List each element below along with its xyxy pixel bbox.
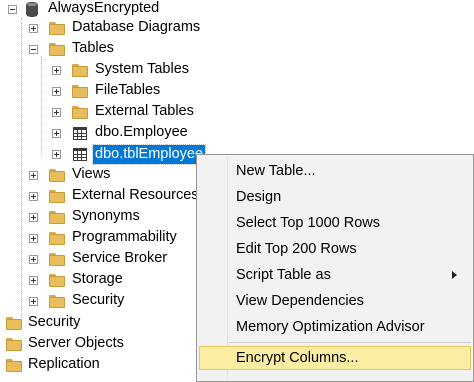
tree-node-label-selected: dbo.tblEmployee — [91, 144, 207, 165]
menu-item-label: Design — [236, 189, 282, 205]
expand-icon[interactable] — [29, 234, 38, 243]
tree-node-label: Service Broker — [72, 250, 168, 266]
folder-icon — [6, 359, 22, 372]
folder-icon — [72, 106, 88, 119]
tree-node-security-db[interactable]: Security — [0, 291, 196, 312]
folder-icon — [6, 317, 22, 330]
tree-node-label: Security — [28, 314, 81, 330]
expand-icon[interactable] — [29, 213, 38, 222]
tree-node-label: Storage — [72, 271, 123, 287]
tree-node-tables[interactable]: Tables — [0, 39, 240, 60]
submenu-arrow-icon — [452, 271, 457, 279]
tree-node-label: External Tables — [95, 103, 194, 119]
menu-item-select-top-1000[interactable]: Select Top 1000 Rows — [199, 211, 471, 235]
tree-node-label: Tables — [72, 40, 114, 56]
tree-node-label: Views — [72, 166, 111, 182]
folder-icon — [49, 211, 65, 224]
expand-icon[interactable] — [29, 192, 38, 201]
folder-icon — [6, 338, 22, 351]
menu-item-encrypt-columns[interactable]: Encrypt Columns... — [199, 346, 471, 370]
database-icon — [26, 2, 38, 17]
tree-node-label: AlwaysEncrypted — [48, 0, 160, 16]
menu-item-label: New Table... — [236, 163, 316, 179]
tree-node-synonyms[interactable]: Synonyms — [0, 207, 196, 228]
folder-icon — [49, 190, 65, 203]
context-menu: New Table... Design Select Top 1000 Rows… — [196, 154, 474, 382]
menu-item-label: Memory Optimization Advisor — [236, 319, 425, 335]
table-icon — [73, 148, 87, 161]
tree-node-replication[interactable]: Replication — [0, 355, 196, 376]
tree-node-system-tables[interactable]: System Tables — [0, 60, 240, 81]
menu-item-label: Script Table as — [236, 267, 331, 283]
table-icon — [73, 127, 87, 140]
tree-node-label: Programmability — [72, 229, 177, 245]
menu-item-label: View Dependencies — [236, 293, 364, 309]
tree-node-dbo-employee[interactable]: dbo.Employee — [0, 123, 240, 144]
folder-icon — [49, 295, 65, 308]
menu-item-label: Edit Top 200 Rows — [236, 241, 357, 257]
tree-node-database-diagrams[interactable]: Database Diagrams — [0, 18, 240, 39]
expand-icon[interactable] — [52, 66, 61, 75]
folder-icon — [49, 274, 65, 287]
expand-icon[interactable] — [29, 255, 38, 264]
folder-icon — [49, 253, 65, 266]
menu-item-edit-top-200[interactable]: Edit Top 200 Rows — [199, 237, 471, 261]
expand-icon[interactable] — [29, 171, 38, 180]
tree-node-label: Database Diagrams — [72, 19, 201, 35]
folder-icon — [49, 169, 65, 182]
folder-icon — [49, 43, 65, 56]
tree-node-label: Security — [72, 292, 125, 308]
tree-node-storage[interactable]: Storage — [0, 270, 196, 291]
menu-item-design[interactable]: Design — [199, 185, 471, 209]
tree-node-label: Synonyms — [72, 208, 140, 224]
folder-icon — [49, 232, 65, 245]
tree-node-label: Replication — [28, 356, 100, 372]
tree-node-label: External Resources — [72, 187, 199, 203]
tree-node-views[interactable]: Views — [0, 165, 200, 186]
menu-item-new-table[interactable]: New Table... — [199, 159, 471, 183]
collapse-icon[interactable] — [8, 5, 17, 14]
menu-item-memory-optimization-advisor[interactable]: Memory Optimization Advisor — [199, 315, 471, 339]
folder-icon — [72, 85, 88, 98]
menu-item-script-table-as[interactable]: Script Table as — [199, 263, 471, 287]
menu-item-label: Select Top 1000 Rows — [236, 215, 381, 231]
tree-node-service-broker[interactable]: Service Broker — [0, 249, 196, 270]
tree-node-label: Server Objects — [28, 335, 124, 351]
tree-node-server-objects[interactable]: Server Objects — [0, 334, 196, 355]
expand-icon[interactable] — [29, 297, 38, 306]
expand-icon[interactable] — [29, 276, 38, 285]
expand-icon[interactable] — [52, 129, 61, 138]
expand-icon[interactable] — [29, 24, 38, 33]
tree-node-label: FileTables — [95, 82, 161, 98]
expand-icon[interactable] — [52, 108, 61, 117]
menu-separator — [197, 342, 473, 343]
folder-icon — [49, 22, 65, 35]
menu-item-view-dependencies[interactable]: View Dependencies — [199, 289, 471, 313]
tree-node-security[interactable]: Security — [0, 313, 196, 334]
folder-icon — [72, 64, 88, 77]
tree-node-label: System Tables — [95, 61, 190, 77]
expand-icon[interactable] — [52, 150, 61, 159]
tree-node-external-tables[interactable]: External Tables — [0, 102, 240, 123]
tree-node-filetables[interactable]: FileTables — [0, 81, 240, 102]
tree-node-label: dbo.Employee — [95, 124, 188, 140]
tree-node-programmability[interactable]: Programmability — [0, 228, 196, 249]
expand-icon[interactable] — [52, 87, 61, 96]
tree-node-external-resources[interactable]: External Resources — [0, 186, 199, 207]
collapse-icon[interactable] — [29, 45, 38, 54]
menu-item-label: Encrypt Columns... — [236, 350, 359, 366]
